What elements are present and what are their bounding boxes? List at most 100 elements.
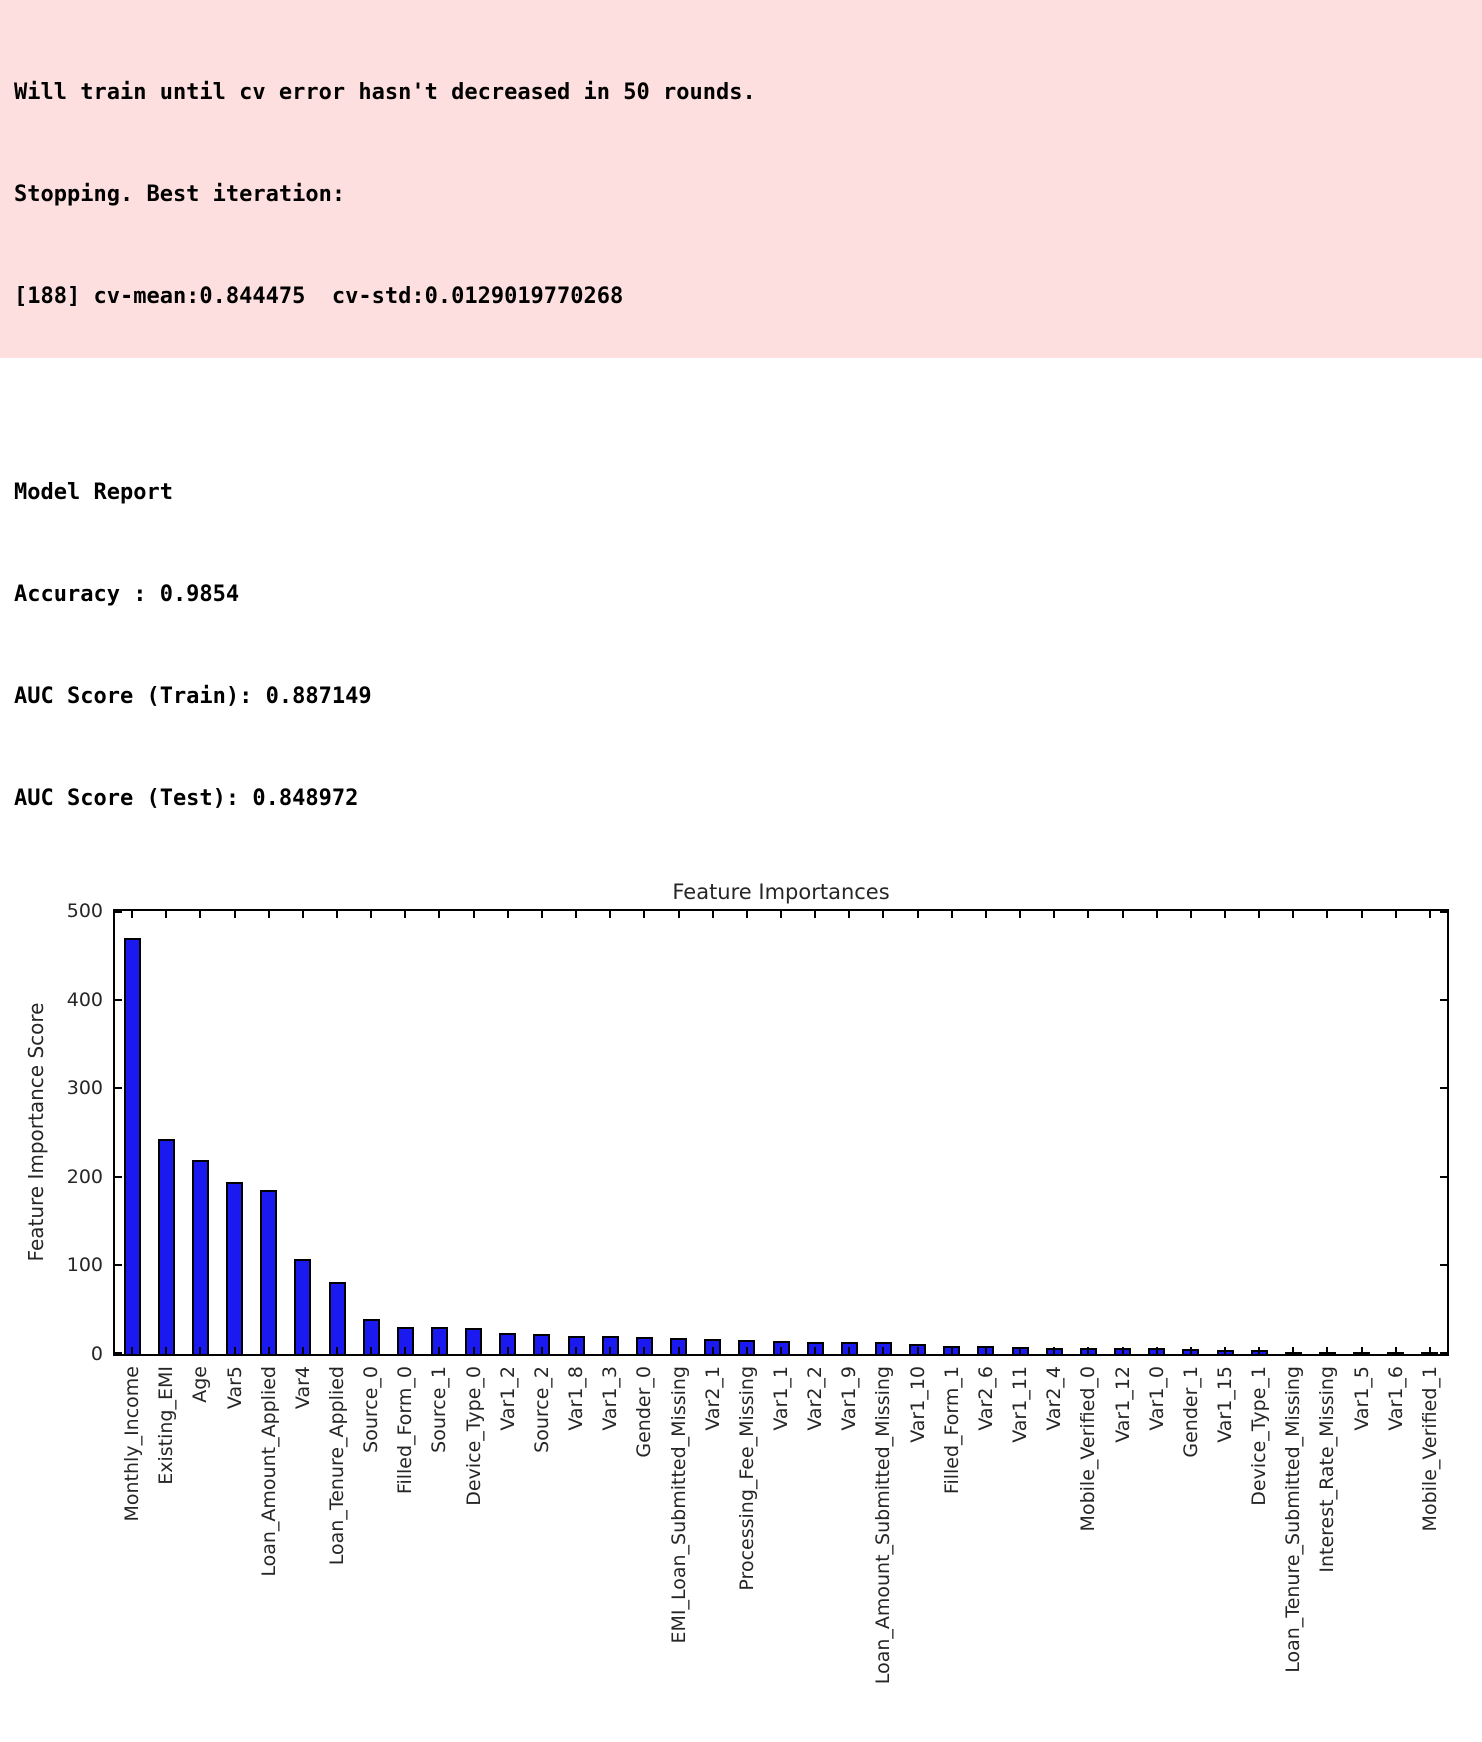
bar: [124, 938, 141, 1354]
x-tick-label: Var1_15: [1214, 1366, 1236, 1443]
y-tick-label: 500: [0, 898, 103, 924]
report-line: AUC Score (Test): 0.848972: [14, 782, 1482, 816]
x-tick-label: Var2_1: [702, 1366, 724, 1431]
x-tick-label-text: Device_Type_1: [1248, 1366, 1270, 1506]
x-tick-mark: [814, 1347, 816, 1354]
x-tick-label: Var5: [224, 1366, 246, 1409]
y-tick-mark-right: [1440, 1087, 1447, 1089]
x-tick-mark: [643, 1347, 645, 1354]
y-tick-mark: [115, 999, 122, 1001]
y-tick-label: 300: [0, 1075, 103, 1101]
x-tick-label: Interest_Rate_Missing: [1316, 1366, 1338, 1573]
stderr-line: Stopping. Best iteration:: [14, 178, 1468, 212]
x-tick-label: Var1_12: [1112, 1366, 1134, 1443]
chart-title: Feature Importances: [113, 880, 1449, 904]
x-tick-mark: [199, 1347, 201, 1354]
x-tick-mark: [165, 1347, 167, 1354]
x-tick-mark-top: [507, 911, 509, 918]
x-tick-mark-top: [1019, 911, 1021, 918]
x-tick-mark-top: [1292, 911, 1294, 918]
y-tick-mark-right: [1440, 1176, 1447, 1178]
x-tick-mark-top: [1156, 911, 1158, 918]
x-tick-mark: [780, 1347, 782, 1354]
x-tick-mark: [951, 1347, 953, 1354]
report-line: Model Report: [14, 476, 1482, 510]
x-tick-label-text: Filled_Form_1: [941, 1366, 963, 1494]
x-tick-mark-top: [1326, 911, 1328, 918]
y-tick-mark-right: [1440, 1264, 1447, 1266]
y-tick-mark: [115, 1264, 122, 1266]
x-tick-label-text: Var2_6: [975, 1366, 997, 1431]
x-tick-label: Source_0: [360, 1366, 382, 1453]
bar: [226, 1182, 243, 1354]
x-tick-label: Var1_3: [599, 1366, 621, 1431]
x-tick-mark: [507, 1347, 509, 1354]
x-tick-label: Var2_6: [975, 1366, 997, 1431]
x-tick-mark: [882, 1347, 884, 1354]
x-tick-label-text: Var1_3: [599, 1366, 621, 1431]
x-tick-mark-top: [336, 911, 338, 918]
x-tick-label: Var1_1: [770, 1366, 792, 1431]
x-tick-label: Loan_Tenure_Applied: [326, 1366, 348, 1565]
x-tick-label-text: Mobile_Verified_1: [1419, 1366, 1441, 1531]
x-tick-mark-top: [575, 911, 577, 918]
y-tick-label: 200: [0, 1164, 103, 1190]
x-tick-label-text: Gender_1: [1180, 1366, 1202, 1458]
x-tick-mark-top: [165, 911, 167, 918]
x-tick-mark: [473, 1347, 475, 1354]
x-tick-mark: [985, 1347, 987, 1354]
x-tick-label-text: Filled_Form_0: [394, 1366, 416, 1494]
y-axis-label: Feature Importance Score: [24, 1003, 48, 1262]
x-tick-mark: [1224, 1347, 1226, 1354]
x-tick-label-text: Var1_8: [565, 1366, 587, 1431]
report-line: Accuracy : 0.9854: [14, 578, 1482, 612]
x-tick-mark: [1122, 1347, 1124, 1354]
x-tick-label: Var1_2: [497, 1366, 519, 1431]
x-tick-label: Var2_2: [804, 1366, 826, 1431]
y-tick-mark: [115, 1352, 122, 1354]
x-tick-mark-top: [848, 911, 850, 918]
x-tick-label: Var1_8: [565, 1366, 587, 1431]
x-tick-label-text: Var1_0: [1146, 1366, 1168, 1431]
x-tick-mark-top: [780, 911, 782, 918]
x-tick-mark-top: [1053, 911, 1055, 918]
x-tick-mark: [1361, 1347, 1363, 1354]
x-tick-mark: [370, 1347, 372, 1354]
x-tick-label-text: Loan_Tenure_Submitted_Missing: [1282, 1366, 1304, 1673]
stderr-line: [188] cv-mean:0.844475 cv-std:0.01290197…: [14, 280, 1468, 314]
x-tick-mark: [1053, 1347, 1055, 1354]
x-tick-mark-top: [951, 911, 953, 918]
stderr-output: Will train until cv error hasn't decreas…: [0, 0, 1482, 358]
feature-importances-figure: Feature Importances Feature Importance S…: [0, 876, 1482, 1742]
y-tick-label: 0: [0, 1341, 103, 1367]
x-tick-mark-top: [814, 911, 816, 918]
y-tick-mark-right: [1440, 999, 1447, 1001]
x-tick-mark-top: [1122, 911, 1124, 918]
stderr-line: Will train until cv error hasn't decreas…: [14, 76, 1468, 110]
bar: [329, 1282, 346, 1354]
x-tick-mark: [1326, 1347, 1328, 1354]
y-tick-mark-right: [1440, 1352, 1447, 1354]
x-tick-label-text: Var1_1: [770, 1366, 792, 1431]
y-tick-label: 100: [0, 1252, 103, 1278]
x-tick-label: Source_2: [531, 1366, 553, 1453]
x-tick-label-text: Var1_15: [1214, 1366, 1236, 1443]
x-tick-label-text: Monthly_Income: [121, 1366, 143, 1522]
bar: [294, 1259, 311, 1354]
x-tick-label-text: Var1_11: [1009, 1366, 1031, 1443]
x-tick-label: Age: [189, 1366, 211, 1403]
x-tick-mark: [1019, 1347, 1021, 1354]
x-tick-mark-top: [917, 911, 919, 918]
x-tick-label-text: Source_0: [360, 1366, 382, 1453]
x-tick-label: Var1_5: [1351, 1366, 1373, 1431]
x-tick-label: Device_Type_0: [463, 1366, 485, 1506]
x-tick-label: Loan_Amount_Applied: [258, 1366, 280, 1577]
x-tick-label-text: Var4: [292, 1366, 314, 1409]
x-tick-label: Monthly_Income: [121, 1366, 143, 1522]
x-tick-mark-top: [1429, 911, 1431, 918]
x-tick-label-text: Var1_2: [497, 1366, 519, 1431]
x-tick-mark-top: [1258, 911, 1260, 918]
x-tick-label-text: Var1_12: [1112, 1366, 1134, 1443]
x-tick-label: Source_1: [428, 1366, 450, 1453]
x-tick-label-text: Age: [189, 1366, 211, 1403]
